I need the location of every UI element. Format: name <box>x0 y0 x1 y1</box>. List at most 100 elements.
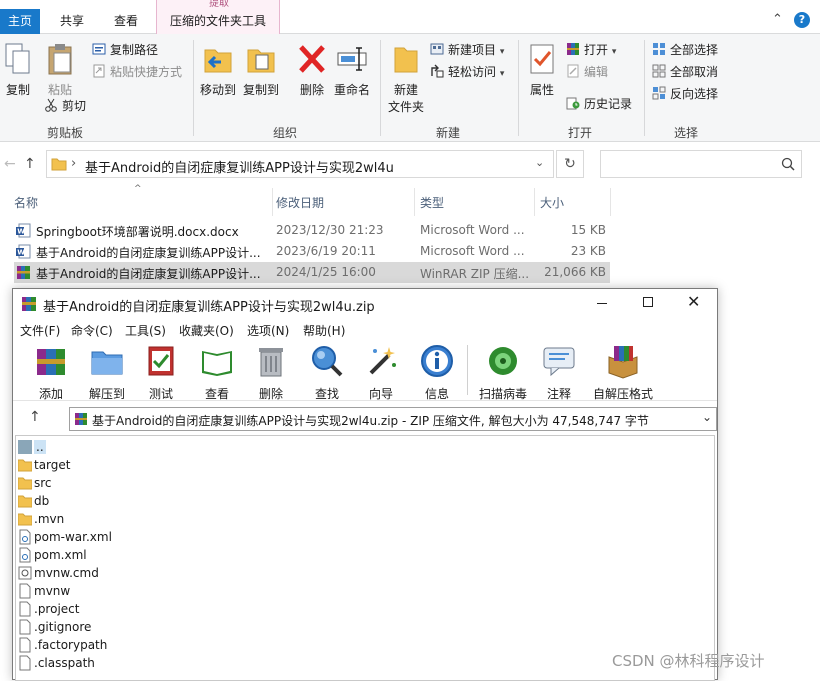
open-button[interactable]: 打开 ▾ <box>566 40 616 60</box>
group-label-open: 打开 <box>567 126 592 140</box>
ribbon-collapse-icon[interactable]: ⌃ <box>772 12 783 27</box>
history-button[interactable]: 历史记录 <box>566 94 632 114</box>
paste-shortcut-button[interactable]: 粘贴快捷方式 <box>92 62 182 82</box>
menu-file[interactable]: 文件(F) <box>20 322 60 339</box>
ribbon-divider <box>193 40 194 136</box>
trash-can-icon <box>259 348 283 377</box>
delete-button[interactable]: 删除 <box>294 42 330 98</box>
menu-commands[interactable]: 命令(C) <box>71 322 113 339</box>
maximize-icon[interactable] <box>643 297 653 307</box>
entry-name: pom.xml <box>34 548 87 562</box>
toolbar-comment-button[interactable]: 注释 <box>529 343 589 402</box>
select-none-button[interactable]: 全部取消 <box>652 62 718 82</box>
toolbar-wizard-button[interactable]: 向导 <box>351 343 411 402</box>
column-divider[interactable] <box>414 188 415 216</box>
tab-share[interactable]: 共享 <box>52 9 92 33</box>
edit-button[interactable]: 编辑 <box>566 62 608 82</box>
new-folder-button[interactable]: 新建 文件夹 <box>384 42 428 115</box>
toolbar-virus-scan-button[interactable]: 扫描病毒 <box>471 343 535 402</box>
menu-help[interactable]: 帮助(H) <box>303 322 345 339</box>
winrar-menu-bar: 文件(F) 命令(C) 工具(S) 收藏夹(O) 选项(N) 帮助(H) <box>13 319 717 341</box>
toolbar-info-button[interactable]: 信息 <box>407 343 467 402</box>
ribbon-tabs: 提取 主页 共享 查看 压缩的文件夹工具 ⌃ ? <box>0 0 820 34</box>
view-book-icon <box>202 351 232 376</box>
paste-button[interactable]: 粘贴 <box>42 42 78 98</box>
delete-x-icon <box>299 45 325 73</box>
minimize-icon[interactable] <box>597 303 607 304</box>
tab-compressed-folder-tools[interactable]: 压缩的文件夹工具 <box>160 9 276 33</box>
rename-label: 重命名 <box>333 83 370 97</box>
copy-to-button[interactable]: 复制到 <box>240 42 282 98</box>
column-divider[interactable] <box>272 188 273 216</box>
menu-options[interactable]: 选项(N) <box>247 322 289 339</box>
up-one-level-icon[interactable]: ↑ <box>29 409 41 425</box>
new-item-button[interactable]: 新建项目 ▾ <box>430 40 504 60</box>
column-header-type[interactable]: 类型 <box>420 194 444 211</box>
toolbar-view-button[interactable]: 查看 <box>187 343 247 402</box>
copy-path-button[interactable]: 复制路径 <box>92 40 158 60</box>
toolbar-add-button[interactable]: 添加 <box>21 343 81 402</box>
winrar-title-bar[interactable]: 基于Android的自闭症康复训练APP设计与实现2wl4u.zip ✕ <box>13 289 717 319</box>
history-label: 历史记录 <box>584 97 633 111</box>
address-bar[interactable]: › 基于Android的自闭症康复训练APP设计与实现2wl4u ⌄ <box>46 150 554 178</box>
column-header-date[interactable]: 修改日期 <box>276 194 324 211</box>
file-icon <box>19 637 31 653</box>
file-size: 21,066 KB <box>544 265 606 279</box>
back-arrow-icon[interactable]: ← <box>4 156 16 172</box>
winrar-small-icon <box>75 413 87 425</box>
copy-label: 复制 <box>5 83 30 97</box>
entry-name: .project <box>34 602 80 616</box>
copy-button[interactable]: 复制 <box>2 42 34 98</box>
file-size: 23 KB <box>570 244 606 258</box>
move-to-button[interactable]: 移动到 <box>198 42 238 98</box>
toolbar-find-label: 查找 <box>314 387 339 401</box>
column-divider[interactable] <box>534 188 535 216</box>
file-name: 基于Android的自闭症康复训练APP设计... <box>36 246 261 260</box>
winrar-title: 基于Android的自闭症康复训练APP设计与实现2wl4u.zip <box>43 300 375 315</box>
file-name: Springboot环境部署说明.docx.docx <box>36 225 239 239</box>
menu-favorites[interactable]: 收藏夹(O) <box>179 322 234 339</box>
properties-label: 属性 <box>529 83 554 97</box>
toolbar-sfx-button[interactable]: 自解压格式 <box>587 343 659 402</box>
comment-icon <box>543 347 575 377</box>
virus-scan-icon <box>489 347 517 375</box>
column-header-name[interactable]: 名称 <box>14 194 38 211</box>
ribbon-divider <box>644 40 645 136</box>
close-icon[interactable]: ✕ <box>687 292 700 311</box>
tab-home[interactable]: 主页 <box>0 9 40 34</box>
invert-selection-button[interactable]: 反向选择 <box>652 84 718 104</box>
select-all-button[interactable]: 全部选择 <box>652 40 718 60</box>
path-dropdown-icon[interactable]: ⌄ <box>702 410 712 424</box>
file-row-selected[interactable]: 基于Android的自闭症康复训练APP设计... 2024/1/25 16:0… <box>14 262 610 283</box>
properties-button[interactable]: 属性 <box>524 42 560 98</box>
help-icon[interactable]: ? <box>794 12 810 28</box>
entry-name: mvnw.cmd <box>34 566 99 580</box>
rename-icon <box>337 47 367 71</box>
up-arrow-icon[interactable]: ↑ <box>24 156 36 172</box>
ribbon-divider <box>518 40 519 136</box>
file-row[interactable]: W Springboot环境部署说明.docx.docx 2023/12/30 … <box>14 220 610 241</box>
entry-name: .mvn <box>34 512 65 526</box>
cut-button[interactable]: 剪切 <box>44 96 86 116</box>
rename-button[interactable]: 重命名 <box>332 42 372 98</box>
refresh-icon[interactable]: ↻ <box>556 150 584 178</box>
column-divider[interactable] <box>610 188 611 216</box>
address-dropdown-icon[interactable]: ⌄ <box>535 156 544 169</box>
svg-text:W: W <box>17 249 25 257</box>
toolbar-delete-button[interactable]: 删除 <box>241 343 301 402</box>
new-item-label: 新建项目 <box>448 43 497 57</box>
add-archive-icon <box>37 349 65 375</box>
menu-tools[interactable]: 工具(S) <box>125 322 166 339</box>
toolbar-test-button[interactable]: 测试 <box>131 343 191 402</box>
easy-access-button[interactable]: 轻松访问 ▾ <box>430 62 504 82</box>
copy-icon <box>5 43 30 74</box>
folder-icon <box>18 477 32 490</box>
search-input[interactable] <box>600 150 802 178</box>
file-row[interactable]: W 基于Android的自闭症康复训练APP设计... 2023/6/19 20… <box>14 241 610 262</box>
toolbar-view-label: 查看 <box>204 387 229 401</box>
toolbar-extract-button[interactable]: 解压到 <box>77 343 137 402</box>
column-header-size[interactable]: 大小 <box>540 194 564 211</box>
toolbar-find-button[interactable]: 查找 <box>297 343 357 402</box>
tab-view[interactable]: 查看 <box>106 9 146 33</box>
archive-path-field[interactable]: 基于Android的自闭症康复训练APP设计与实现2wl4u.zip - ZIP… <box>69 407 717 431</box>
